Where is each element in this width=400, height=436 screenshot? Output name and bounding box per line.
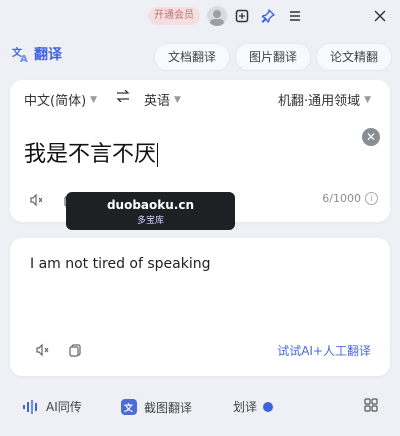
watermark-overlay: duobaoku.cn 多宝库 (66, 192, 235, 230)
paper-translate-button[interactable]: 论文精翻 (316, 43, 392, 71)
header: 文 A 翻译 文档翻译 图片翻译 论文精翻 (0, 40, 400, 72)
screenshot-translate-button[interactable]: 文 截图翻译 (120, 398, 192, 416)
svg-text:A: A (20, 54, 28, 63)
source-language-label: 中文(简体) (24, 94, 87, 109)
vip-button[interactable]: 开通会员 (148, 7, 200, 25)
apps-grid-icon (364, 398, 378, 412)
bottom-toolbar: AI同传 文 截图翻译 划译 (0, 390, 400, 426)
screenshot-translate-icon: 文 (121, 399, 137, 415)
target-language-select[interactable]: 英语 ▼ (144, 90, 181, 109)
swap-languages-button[interactable] (116, 90, 130, 102)
chevron-down-icon: ▼ (174, 94, 181, 105)
source-text: 我是不言不厌 (24, 142, 157, 167)
speaker-icon[interactable] (28, 192, 44, 208)
screenshot-translate-label: 截图翻译 (144, 400, 193, 415)
watermark-sub: 多宝库 (136, 216, 164, 226)
translation-text: I am not tired of speaking (30, 256, 211, 272)
source-text-input[interactable]: 我是不言不厌 (24, 136, 159, 168)
screenshot-icon[interactable] (233, 7, 251, 25)
word-select-label: 划译 (233, 400, 258, 414)
word-select-toggle[interactable]: 划译 (233, 398, 274, 415)
ai-interpretation-button[interactable]: AI同传 (22, 398, 82, 415)
text-caret (157, 143, 159, 167)
title-bar: 开通会员 (0, 0, 400, 34)
pin-icon[interactable] (259, 7, 277, 25)
waveform-icon (23, 399, 37, 414)
translate-logo-icon: 文 A (12, 46, 28, 63)
watermark-main: duobaoku.cn (106, 198, 195, 212)
apps-button[interactable] (364, 398, 378, 412)
target-language-label: 英语 (144, 94, 171, 109)
close-icon[interactable] (371, 7, 389, 25)
info-icon[interactable]: i (365, 192, 378, 205)
chevron-down-icon: ▼ (90, 94, 98, 105)
language-row: 中文(简体) ▼ 英语 ▼ 机翻·通用领域 ▼ (10, 80, 390, 116)
char-counter-text: 6/1000 (322, 192, 361, 205)
source-language-select[interactable]: 中文(简体) ▼ (24, 90, 97, 109)
svg-text:文: 文 (123, 402, 134, 414)
brand-name: 翻译 (34, 47, 62, 63)
menu-icon[interactable] (286, 7, 304, 25)
chevron-down-icon: ▼ (364, 94, 372, 105)
copy-icon[interactable] (67, 342, 83, 358)
human-translate-link[interactable]: 试试AI+人工翻译 (277, 342, 371, 359)
engine-label: 机翻·通用领域 (278, 94, 361, 109)
char-counter: 6/1000 i (322, 192, 378, 205)
image-translate-button[interactable]: 图片翻译 (235, 43, 311, 71)
ai-interpretation-label: AI同传 (46, 400, 82, 414)
toggle-dot (263, 401, 274, 412)
target-panel: I am not tired of speaking 试试AI+人工翻译 (10, 238, 390, 376)
clear-button[interactable]: ✕ (362, 128, 380, 146)
swap-icon (116, 90, 130, 102)
engine-select[interactable]: 机翻·通用领域 ▼ (278, 90, 371, 109)
brand: 文 A 翻译 (12, 44, 62, 64)
doc-translate-button[interactable]: 文档翻译 (154, 43, 230, 71)
avatar[interactable] (207, 6, 227, 26)
speaker-icon[interactable] (34, 342, 50, 358)
